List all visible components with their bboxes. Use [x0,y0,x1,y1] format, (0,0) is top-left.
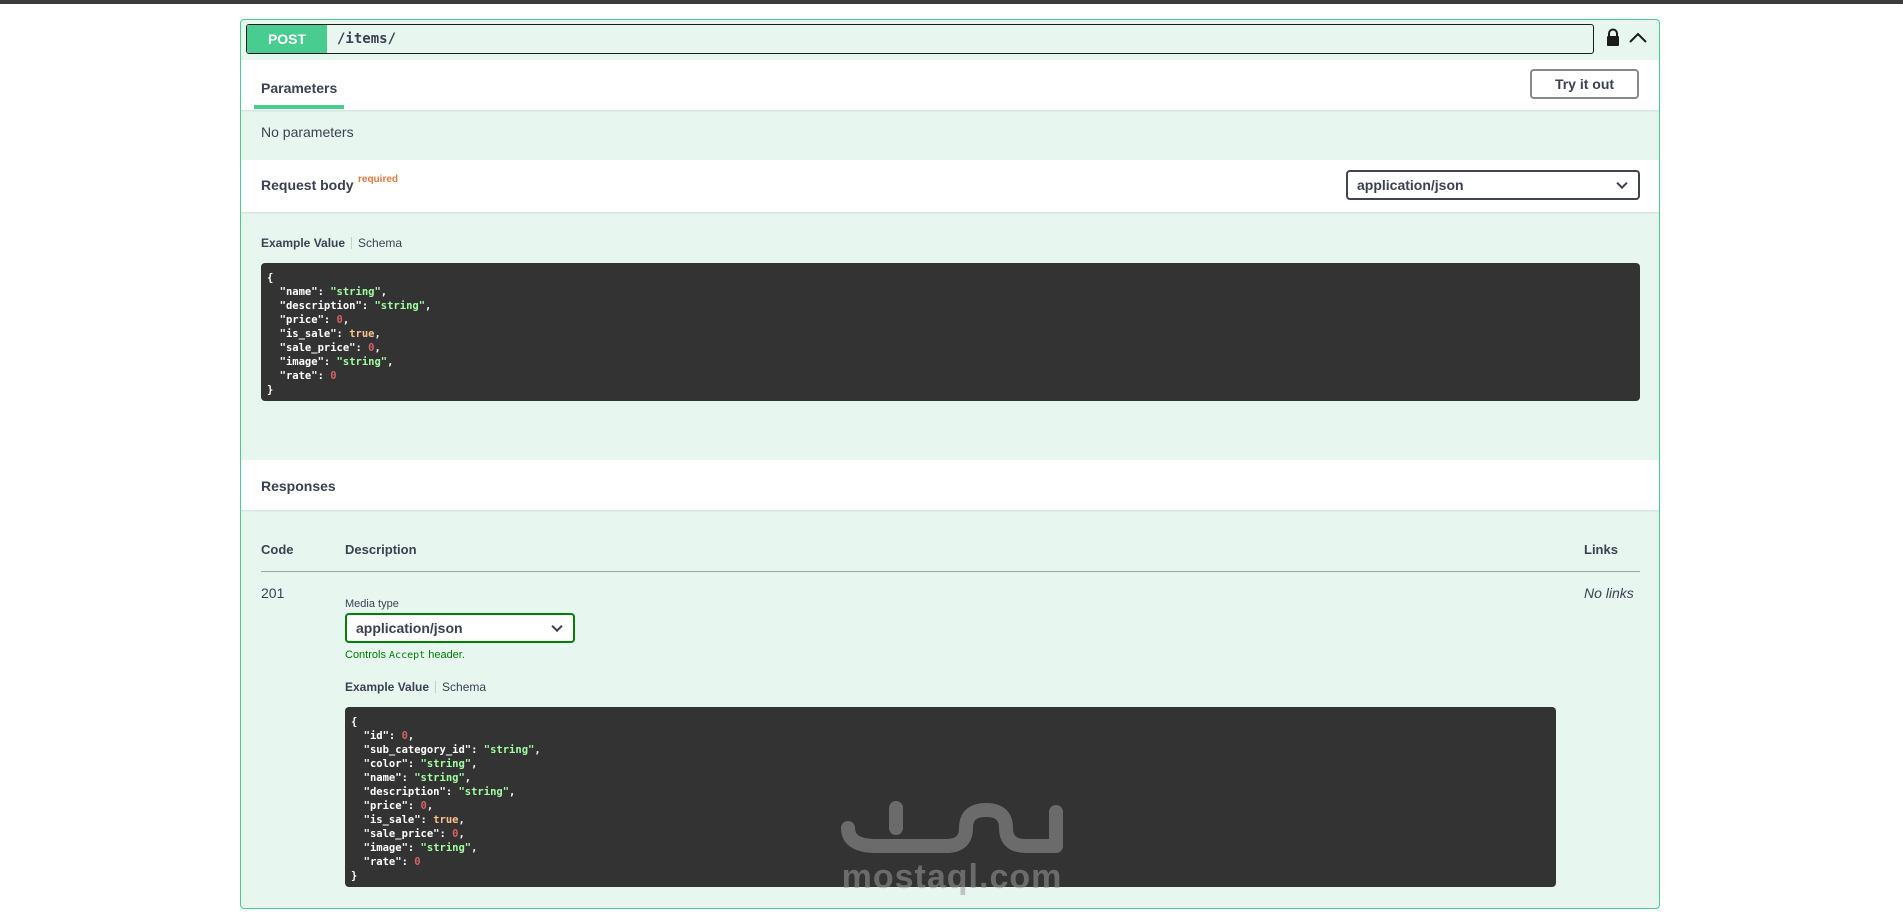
try-it-out-button[interactable]: Try it out [1530,69,1639,99]
request-content-type-value: application/json [1357,177,1464,193]
code-key: "image": [351,842,421,854]
lock-icon[interactable] [1605,28,1621,48]
required-label: required [358,174,399,185]
operation-block-post-items: POST /items/ Parameters Try it out No pa… [240,19,1660,909]
code-key: "rate": [267,370,331,382]
chevron-up-icon[interactable] [1627,28,1649,48]
code-value: 0 [330,370,337,382]
tab-example-value[interactable]: Example Value [261,236,345,250]
code-line: { [267,272,274,284]
watermark: mostaql.com [836,788,1068,898]
code-value: "string" [330,286,381,298]
column-header-description: Description [345,542,417,557]
code-line: "color": "string", [351,758,478,770]
responses-header: Responses [241,460,1659,510]
request-body-title: Request body [261,177,354,193]
code-value: 0 [368,342,375,354]
tab-divider [351,237,353,249]
watermark-text: mostaql.com [841,858,1063,896]
code-key: "color": [351,758,421,770]
code-key: "sale_price": [351,828,453,840]
code-value: "string" [420,758,472,770]
controls-header-name: Accept [389,650,426,661]
code-key: "rate": [351,856,415,868]
code-value: "string" [420,842,472,854]
code-line: { [351,716,358,728]
tab-schema[interactable]: Schema [358,236,402,250]
request-example-tabs: Example Value Schema [261,236,402,250]
code-line: "image": "string", [267,356,394,368]
code-value: "string" [374,300,426,312]
column-header-code: Code [261,542,294,557]
code-line: "price": 0, [267,314,350,326]
method-badge: POST [247,25,327,53]
code-line: "sub_category_id": "string", [351,744,541,756]
code-key: "description": [267,300,375,312]
code-line: "sale_price": 0, [267,342,381,354]
responses-title: Responses [261,478,336,494]
code-key: "price": [267,314,337,326]
code-value: 0 [420,800,427,812]
request-content-type-select[interactable]: application/json [1346,170,1640,200]
table-header-divider [261,571,1640,572]
request-body-header: Request body required application/json [241,160,1659,212]
media-type-label: Media type [345,598,399,610]
code-value: true [433,814,459,826]
chevron-down-icon [551,620,563,633]
code-key: "id": [351,730,402,742]
tab-schema[interactable]: Schema [442,680,486,694]
code-value: "string" [483,744,535,756]
code-value: true [349,328,375,340]
response-example-tabs: Example Value Schema [345,680,486,694]
code-value: 0 [336,314,343,326]
operation-summary[interactable]: POST /items/ [246,24,1594,54]
code-line: "description": "string", [267,300,432,312]
watermark-logo-icon [841,801,1063,853]
code-key: "description": [351,786,459,798]
controls-accept-note: Controls Accept header. [345,649,465,661]
code-key: "price": [351,800,421,812]
code-value: "string" [458,786,510,798]
controls-prefix: Controls [345,649,390,661]
code-value: 0 [452,828,459,840]
code-value: 0 [414,856,421,868]
controls-suffix: header. [425,649,465,661]
code-key: "name": [267,286,331,298]
request-example-code[interactable]: { "name": "string", "description": "stri… [261,263,1640,401]
response-media-type-value: application/json [356,620,463,636]
operation-path: /items/ [337,31,397,47]
no-parameters-text: No parameters [261,124,354,140]
response-code: 201 [261,585,285,601]
tab-divider [435,681,437,693]
code-key: "image": [267,356,337,368]
code-key: "is_sale": [351,814,434,826]
code-line: } [267,384,274,396]
code-key: "is_sale": [267,328,350,340]
code-line: "name": "string", [351,772,472,784]
code-line: "is_sale": true, [267,328,381,340]
code-key: "sale_price": [267,342,369,354]
code-line: "rate": 0 [267,369,1634,383]
chevron-down-icon [1616,177,1628,190]
tab-example-value[interactable]: Example Value [345,680,429,694]
code-value: 0 [401,730,408,742]
tab-parameters[interactable]: Parameters [261,80,337,96]
response-media-type-select[interactable]: application/json [345,613,575,643]
code-value: "string" [336,356,388,368]
code-key: "name": [351,772,415,784]
code-line: "name": "string", [267,286,388,298]
code-value: "string" [414,772,465,784]
column-header-links: Links [1584,542,1618,557]
parameters-header: Parameters Try it out [241,60,1659,110]
response-links: No links [1584,585,1634,601]
code-line: "id": 0, [351,730,415,742]
tab-active-indicator [254,105,344,109]
top-bar [0,0,1903,4]
code-key: "sub_category_id": [351,744,484,756]
